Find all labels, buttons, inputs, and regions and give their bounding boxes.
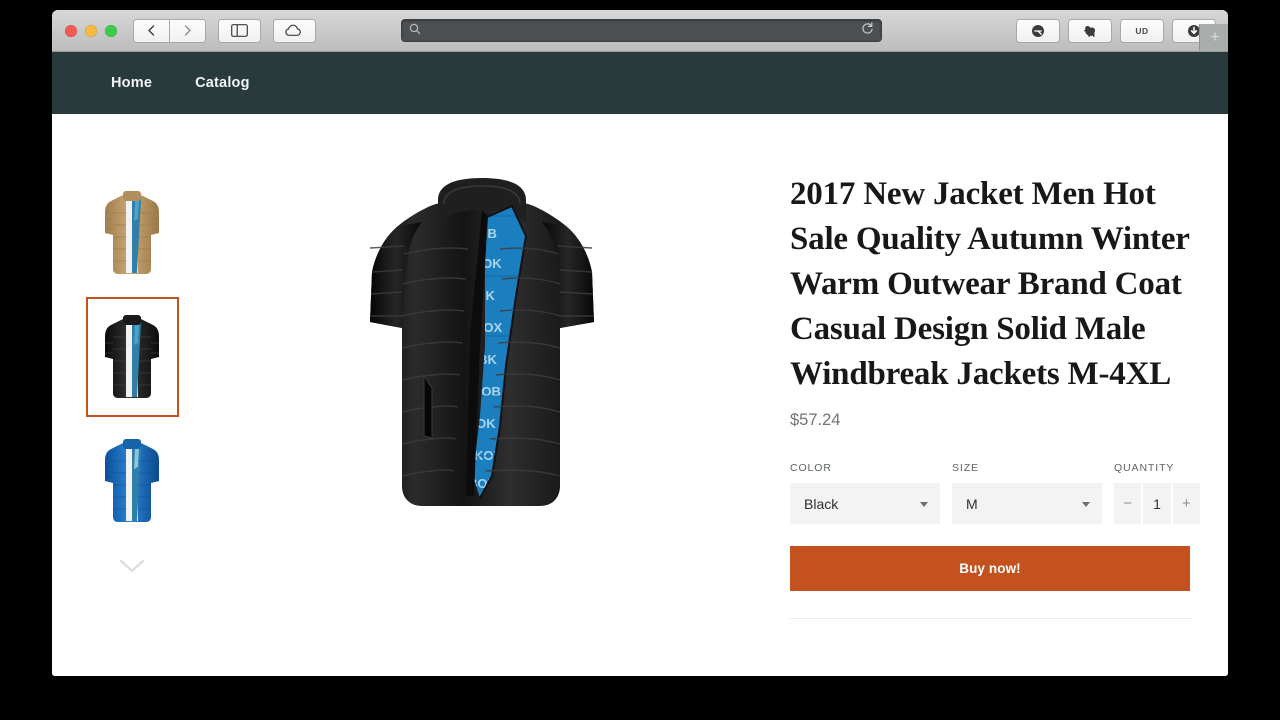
- cloud-icon: [285, 24, 304, 37]
- reload-icon[interactable]: [861, 21, 874, 40]
- close-window-button[interactable]: [65, 24, 77, 37]
- ud-extension-label: UD: [1135, 26, 1149, 36]
- window-traffic-lights: [65, 24, 117, 37]
- thumbnail-black-jacket[interactable]: [85, 297, 179, 417]
- quantity-decrement-button[interactable]: −: [1114, 483, 1142, 524]
- search-icon: [409, 22, 421, 40]
- address-bar-container: [401, 19, 882, 42]
- evernote-clipper-icon: [1031, 24, 1045, 38]
- main-product-image[interactable]: OG KOB OOK BOK KOX OBK: [340, 176, 630, 531]
- browser-window: UD + Home Catalog OOK KOX KOB OOK KOX BO…: [52, 10, 1228, 676]
- size-select[interactable]: M: [952, 483, 1102, 524]
- product-page: OG KOB OOK BOK KOX OBK: [52, 114, 1228, 676]
- chevron-right-icon: [182, 24, 193, 37]
- product-title: 2017 New Jacket Men Hot Sale Quality Aut…: [790, 176, 1190, 392]
- chevron-down-icon: [119, 559, 145, 577]
- product-price: $57.24: [790, 411, 841, 429]
- quantity-input[interactable]: 1: [1141, 483, 1171, 524]
- product-options: COLOR Black SIZE M QUANTITY − 1 +: [790, 462, 1200, 524]
- gallery-scroll-down-button[interactable]: [119, 559, 145, 578]
- chevron-down-icon: [920, 501, 928, 507]
- color-label: COLOR: [790, 462, 832, 474]
- navigation-buttons: [133, 18, 316, 43]
- thumbnail-blue-jacket[interactable]: [86, 422, 178, 540]
- thumbnail-gallery: [52, 114, 212, 676]
- elephant-extension-button[interactable]: [1068, 19, 1112, 43]
- chevron-down-icon: [1082, 501, 1090, 507]
- size-option-block: SIZE M: [952, 462, 1102, 524]
- ud-extension-button[interactable]: UD: [1120, 19, 1164, 43]
- size-label: SIZE: [952, 462, 979, 474]
- main-product-image-container: OG KOB OOK BOK KOX OBK: [212, 114, 758, 676]
- browser-extensions: UD: [1016, 19, 1216, 43]
- zoom-window-button[interactable]: [105, 24, 117, 37]
- black-jacket-image: [105, 315, 159, 398]
- color-select[interactable]: Black: [790, 483, 940, 524]
- elephant-icon: [1083, 25, 1097, 38]
- new-tab-label: +: [1210, 28, 1220, 46]
- sidebar-icon: [231, 24, 248, 37]
- site-navigation: Home Catalog: [52, 52, 1228, 114]
- browser-toolbar: UD +: [52, 10, 1228, 52]
- address-bar[interactable]: [401, 19, 882, 42]
- sidebar-toggle-button[interactable]: [218, 18, 261, 43]
- product-details: 2017 New Jacket Men Hot Sale Quality Aut…: [758, 114, 1228, 676]
- chevron-left-icon: [146, 24, 157, 37]
- quantity-stepper: − 1 +: [1114, 483, 1200, 524]
- new-tab-button[interactable]: +: [1199, 24, 1228, 51]
- evernote-clipper-button[interactable]: [1016, 19, 1060, 43]
- details-divider: [790, 618, 1192, 619]
- buy-now-button[interactable]: Buy now!: [790, 546, 1190, 591]
- size-select-value: M: [966, 495, 978, 512]
- icloud-tabs-button[interactable]: [273, 18, 316, 43]
- quantity-option-block: QUANTITY − 1 +: [1114, 462, 1200, 524]
- nav-item-catalog[interactable]: Catalog: [195, 75, 250, 91]
- blue-jacket-image: [105, 439, 159, 522]
- quantity-increment-button[interactable]: +: [1170, 483, 1200, 524]
- color-select-value: Black: [804, 495, 839, 512]
- quantity-label: QUANTITY: [1114, 462, 1175, 474]
- nav-item-home[interactable]: Home: [111, 75, 152, 91]
- minimize-window-button[interactable]: [85, 24, 97, 37]
- forward-button[interactable]: [169, 18, 206, 43]
- tan-jacket-image: [105, 191, 159, 274]
- color-option-block: COLOR Black: [790, 462, 940, 524]
- back-button[interactable]: [133, 18, 170, 43]
- thumbnail-tan-jacket[interactable]: [86, 174, 178, 292]
